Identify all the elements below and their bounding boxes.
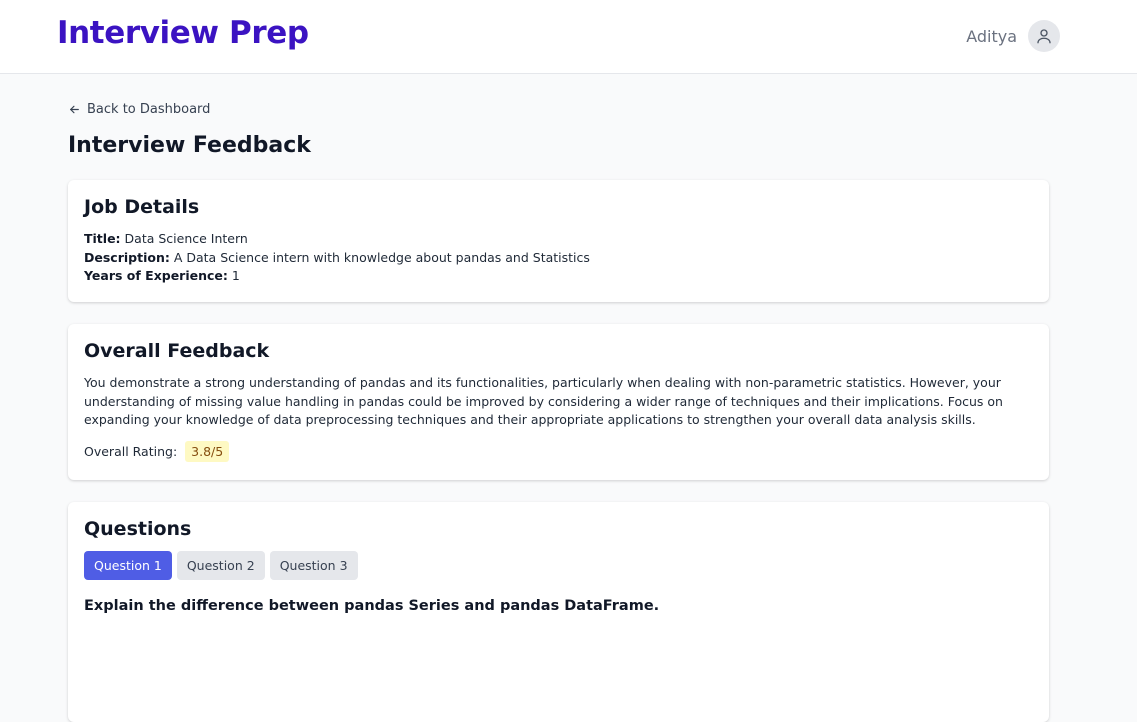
job-details-heading: Job Details [84, 196, 200, 218]
job-description-row: Description: A Data Science intern with … [84, 249, 1033, 268]
user-name: Aditya [966, 26, 1017, 46]
job-experience-row: Years of Experience: 1 [84, 267, 1033, 286]
back-to-dashboard-link[interactable]: Back to Dashboard [68, 102, 210, 117]
user-menu[interactable]: Aditya [966, 20, 1060, 52]
questions-heading: Questions [84, 518, 192, 540]
job-title-label: Title: [84, 231, 121, 246]
job-details-card: Job Details Title: Data Science Intern D… [68, 180, 1049, 302]
job-title-value: Data Science Intern [124, 231, 248, 246]
brand-logo-text[interactable]: Interview Prep [57, 15, 309, 51]
overall-rating-row: Overall Rating: 3.8/5 [84, 440, 1033, 462]
job-experience-label: Years of Experience: [84, 268, 228, 283]
page-title: Interview Feedback [68, 133, 311, 158]
overall-feedback-card: Overall Feedback You demonstrate a stron… [68, 324, 1049, 480]
tab-question-1[interactable]: Question 1 [84, 551, 172, 580]
question-tabs: Question 1 Question 2 Question 3 [84, 551, 1033, 580]
job-description-label: Description: [84, 249, 170, 265]
questions-card: Questions Question 1 Question 2 Question… [68, 502, 1049, 722]
back-link-label: Back to Dashboard [87, 102, 211, 117]
job-title-row: Title: Data Science Intern [84, 230, 1033, 249]
user-icon [1037, 29, 1051, 44]
overall-rating-badge: 3.8/5 [185, 440, 230, 462]
tab-question-3[interactable]: Question 3 [269, 551, 358, 580]
overall-rating-label: Overall Rating: [84, 443, 178, 459]
arrow-left-icon [70, 105, 79, 114]
question-text: Explain the difference between pandas Se… [84, 598, 660, 614]
overall-feedback-heading: Overall Feedback [84, 340, 270, 362]
overall-feedback-text: You demonstrate a strong understanding o… [84, 375, 1003, 427]
tab-question-2[interactable]: Question 2 [176, 551, 265, 580]
avatar[interactable] [1028, 20, 1060, 52]
job-description-value: A Data Science intern with knowledge abo… [173, 249, 590, 265]
job-experience-value: 1 [231, 268, 240, 283]
top-navbar: Interview Prep Aditya [0, 0, 1137, 74]
